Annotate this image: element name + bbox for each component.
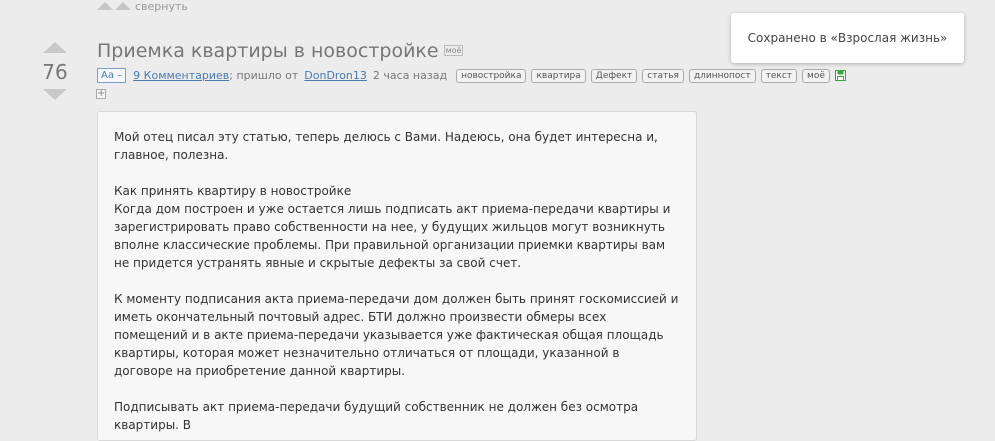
- tag[interactable]: текст: [760, 68, 798, 83]
- content-paragraph: К моменту подписания акта приема-передач…: [114, 292, 679, 378]
- collapse-toggle[interactable]: свернуть: [97, 0, 188, 14]
- tag-list: новостройка квартира Дефект статья длинн…: [456, 68, 830, 83]
- tag[interactable]: новостройка: [456, 68, 527, 83]
- content-paragraph: Когда дом построен и уже остается лишь п…: [114, 202, 671, 270]
- downvote-button[interactable]: [43, 89, 67, 100]
- arrow-up-icon: [115, 2, 131, 10]
- upvote-button[interactable]: [43, 42, 67, 53]
- from-text: ; пришло от: [229, 69, 299, 82]
- post-header: Приемка квартиры в новостройке моё: [97, 40, 464, 62]
- post-score: 76: [42, 60, 68, 84]
- save-icon[interactable]: [834, 70, 846, 81]
- content-paragraph: Подписывать акт приема-передачи будущий …: [114, 400, 639, 432]
- toast-message: Сохранено в «Взрослая жизнь»: [747, 31, 948, 45]
- comments-link[interactable]: 9 Комментариев: [133, 69, 229, 82]
- collapse-label: свернуть: [135, 0, 188, 13]
- content-paragraph: Мой отец писал эту статью, теперь делюсь…: [114, 130, 658, 162]
- saved-toast: Сохранено в «Взрослая жизнь»: [731, 13, 964, 63]
- mine-badge[interactable]: моё: [443, 45, 464, 56]
- post-time: 2 часа назад: [372, 69, 448, 82]
- tag[interactable]: длиннопост: [688, 68, 756, 83]
- post-meta: Аа – 9 Комментариев ; пришло от DonDron1…: [97, 68, 846, 83]
- tag[interactable]: моё: [802, 68, 830, 83]
- font-size-button[interactable]: Аа –: [97, 68, 127, 83]
- post-content: Мой отец писал эту статью, теперь делюсь…: [97, 111, 697, 441]
- content-heading: Как принять квартиру в новостройке: [114, 184, 352, 198]
- author-link[interactable]: DonDron13: [304, 69, 367, 82]
- vote-widget: 76: [42, 42, 68, 100]
- expand-button[interactable]: +: [96, 89, 106, 99]
- arrow-up-icon: [97, 2, 113, 10]
- tag[interactable]: Дефект: [590, 68, 638, 83]
- post-title[interactable]: Приемка квартиры в новостройке: [97, 40, 439, 62]
- tag[interactable]: квартира: [531, 68, 586, 83]
- content-section: Как принять квартиру в новостройке Когда…: [114, 182, 680, 272]
- tag[interactable]: статья: [642, 68, 684, 83]
